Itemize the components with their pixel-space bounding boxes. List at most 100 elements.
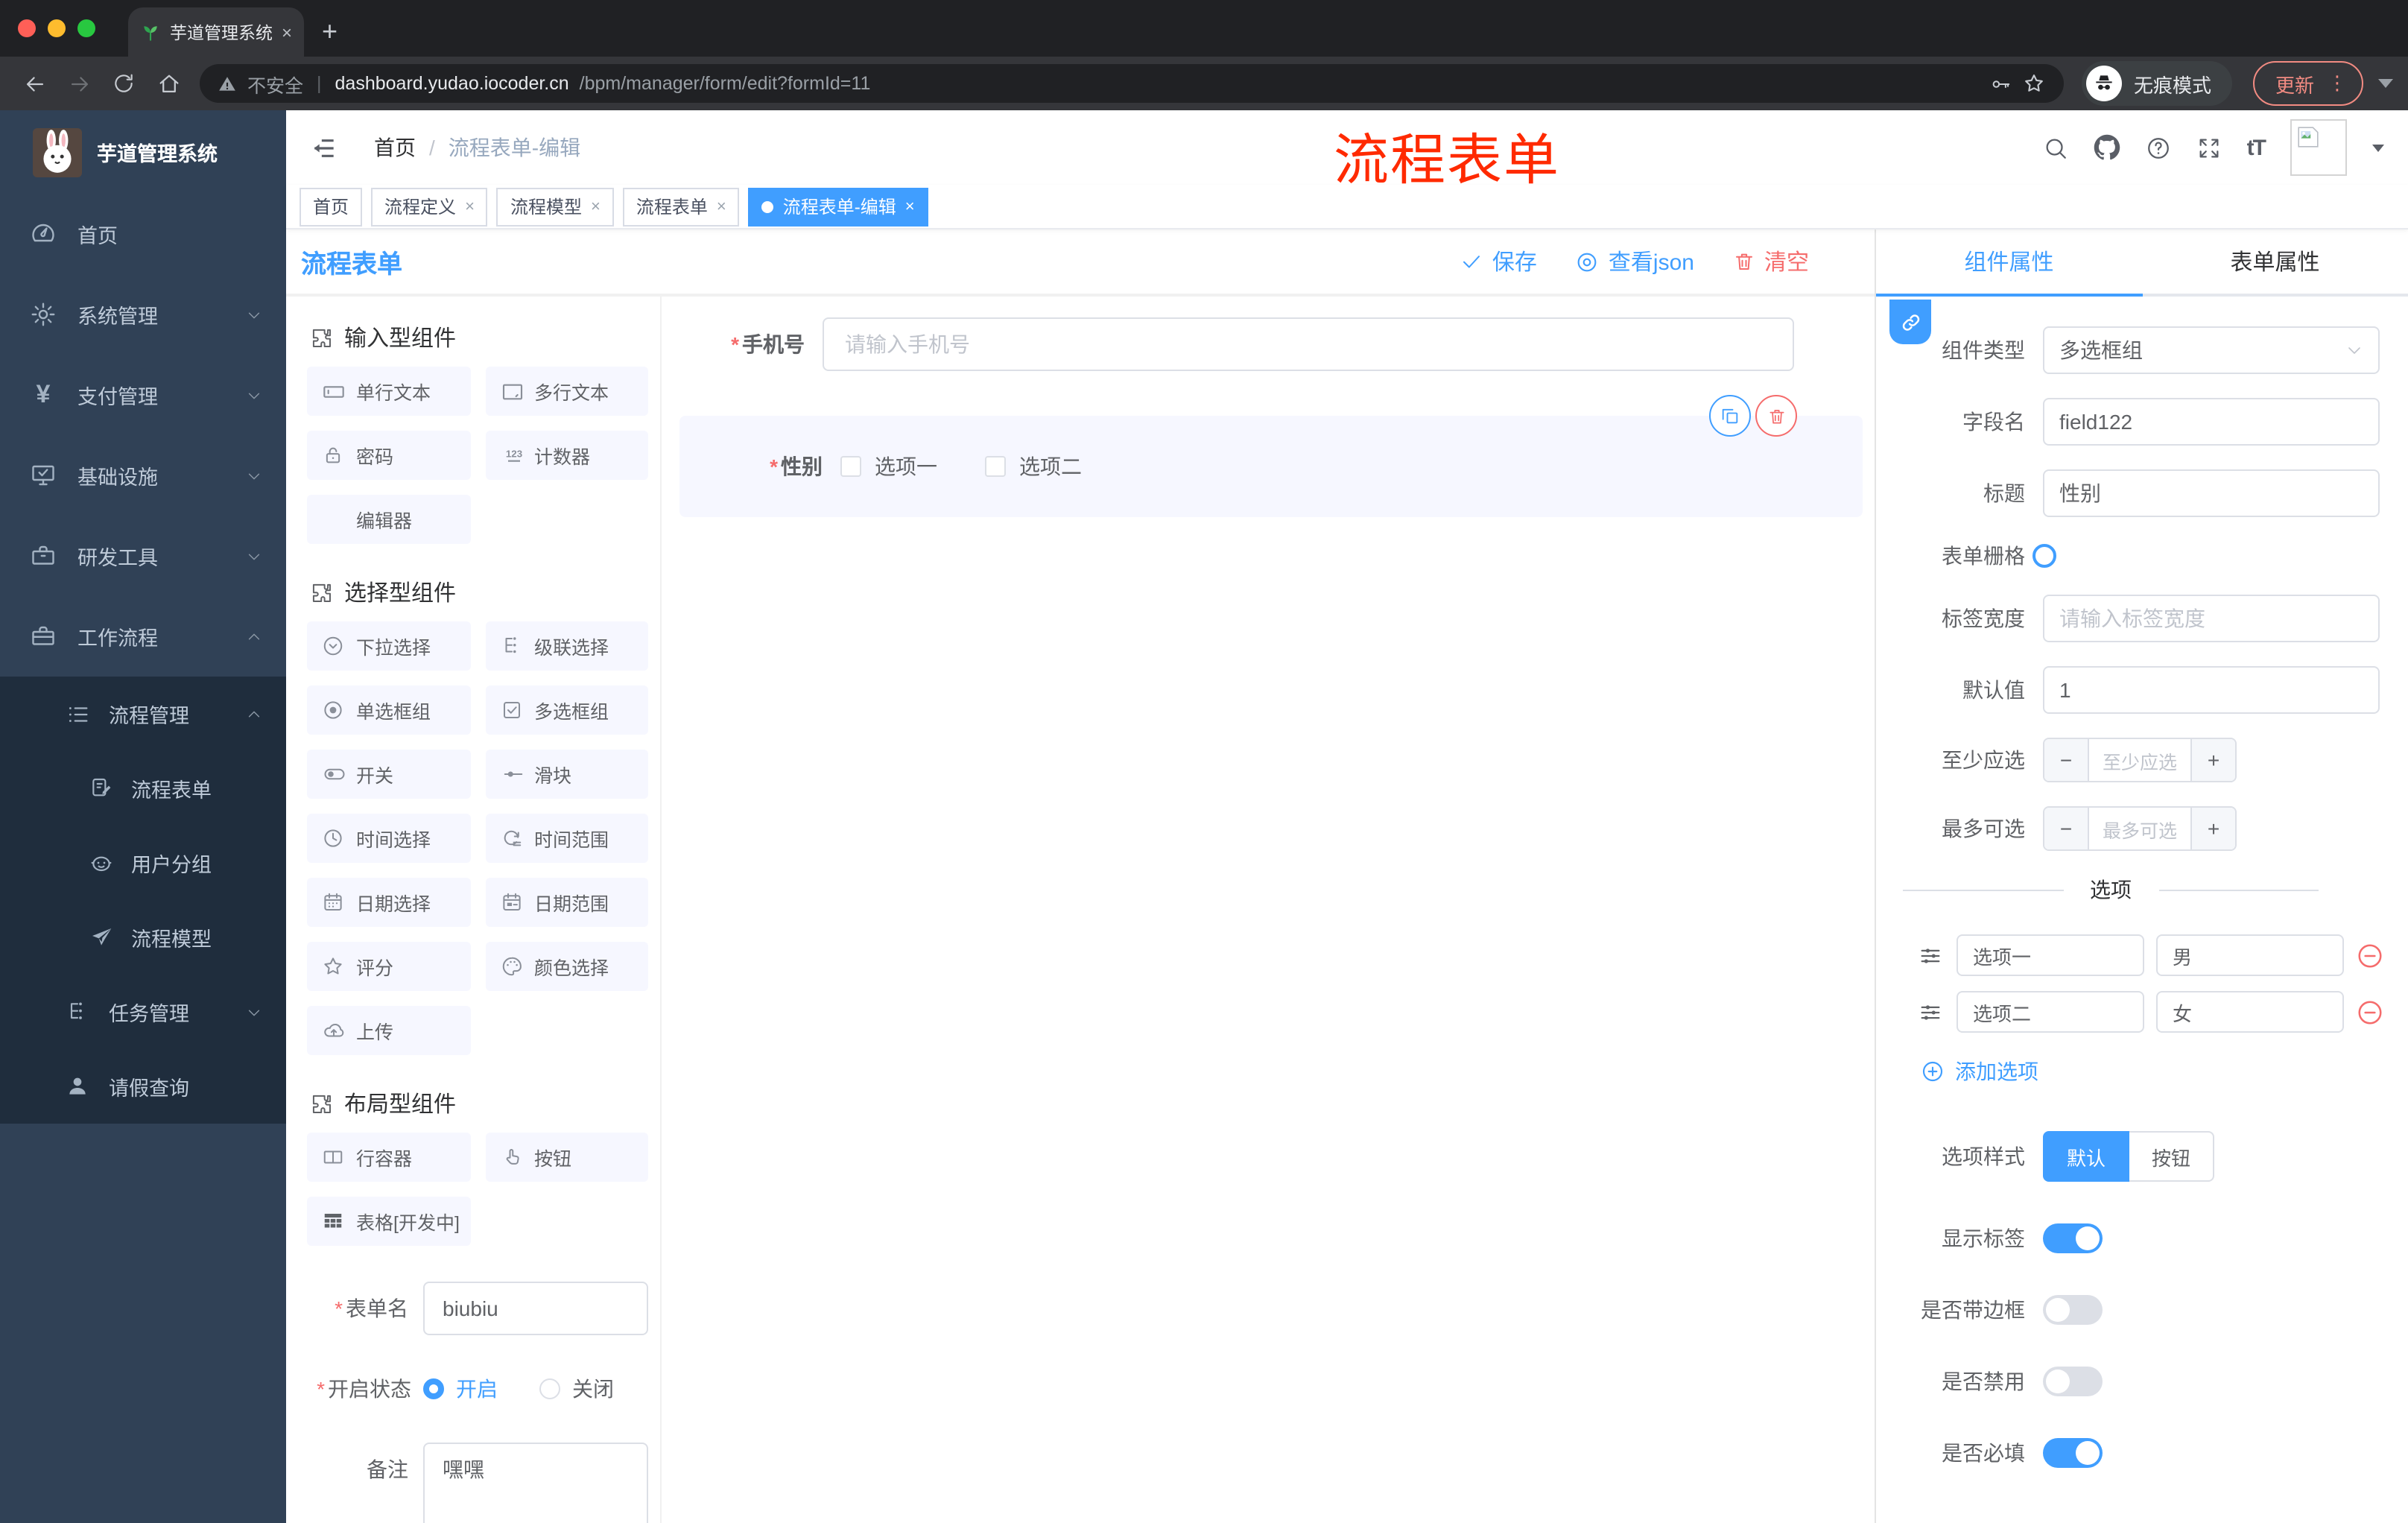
component-slider[interactable]: 滑块 xyxy=(485,750,648,799)
fullscreen-icon[interactable] xyxy=(2196,135,2222,160)
component-time-range[interactable]: 时间范围 xyxy=(485,814,648,863)
tab-close-icon[interactable]: × xyxy=(905,197,915,215)
home-icon[interactable] xyxy=(149,71,188,96)
drag-handle-icon[interactable] xyxy=(1918,943,1945,968)
style-default-button[interactable]: 默认 xyxy=(2043,1131,2130,1182)
component-select[interactable]: 下拉选择 xyxy=(307,621,470,671)
bookmark-star-icon[interactable] xyxy=(2022,72,2046,95)
tab-close-icon[interactable]: × xyxy=(717,197,726,215)
tab-home[interactable]: 首页 xyxy=(300,187,363,226)
drag-handle-icon[interactable] xyxy=(1918,999,1945,1025)
disabled-toggle[interactable] xyxy=(2043,1367,2103,1396)
forward-icon[interactable] xyxy=(60,71,98,96)
stepper-value[interactable]: 至少应选 xyxy=(2089,739,2190,781)
form-canvas[interactable]: *手机号 *性别 选项一 xyxy=(662,297,1875,1523)
sidebar-item-process-model[interactable]: 流程模型 xyxy=(0,900,286,975)
component-single-text[interactable]: 单行文本 xyxy=(307,367,470,416)
slider-handle[interactable] xyxy=(2032,544,2056,568)
component-rate[interactable]: 评分 xyxy=(307,942,470,991)
stepper-value[interactable]: 最多可选 xyxy=(2089,808,2190,849)
option-value-input[interactable] xyxy=(2156,934,2344,976)
default-value-input[interactable] xyxy=(2043,666,2380,714)
component-button[interactable]: 按钮 xyxy=(485,1133,648,1182)
field-name-input[interactable] xyxy=(2043,398,2380,446)
component-color-picker[interactable]: 颜色选择 xyxy=(485,942,648,991)
component-counter[interactable]: 123 计数器 xyxy=(485,431,648,480)
remove-option-button[interactable] xyxy=(2356,941,2386,969)
component-date-range[interactable]: 日期范围 xyxy=(485,878,648,927)
form-remark-textarea[interactable]: 嘿嘿 xyxy=(423,1443,648,1523)
sidebar-item-infra[interactable]: 基础设施 xyxy=(0,435,286,516)
font-size-icon[interactable]: tT xyxy=(2247,135,2266,160)
new-tab-button[interactable]: + xyxy=(322,18,338,45)
copy-component-button[interactable] xyxy=(1709,395,1751,437)
search-icon[interactable] xyxy=(2043,135,2068,160)
sidebar-item-task-mgmt[interactable]: 任务管理 xyxy=(0,975,286,1049)
update-button[interactable]: 更新 ⋮ xyxy=(2252,61,2363,106)
clear-button[interactable]: 清空 xyxy=(1733,246,1809,277)
component-row-container[interactable]: 行容器 xyxy=(307,1133,470,1182)
tab-process-definition[interactable]: 流程定义 × xyxy=(371,187,488,226)
user-dropdown-caret-icon[interactable] xyxy=(2372,144,2384,151)
sidebar-logo[interactable]: 芋道管理系统 xyxy=(0,110,286,194)
address-bar[interactable]: 不安全 | dashboard.yudao.iocoder.cn/bpm/man… xyxy=(200,64,2064,103)
status-off-radio[interactable]: 关闭 xyxy=(539,1374,614,1404)
canvas-field-phone[interactable]: * 手机号 xyxy=(679,317,1794,371)
sidebar-item-home[interactable]: 首页 xyxy=(0,194,286,274)
sidebar-item-process-mgmt[interactable]: 流程管理 xyxy=(0,677,286,751)
canvas-field-gender-selected[interactable]: * 性别 选项一 选项二 xyxy=(679,395,1863,517)
tab-close-icon[interactable]: × xyxy=(465,197,475,215)
breadcrumb-home[interactable]: 首页 xyxy=(374,133,416,162)
tab-process-form[interactable]: 流程表单 × xyxy=(622,187,740,226)
phone-input[interactable] xyxy=(823,317,1794,371)
data-binding-handle[interactable] xyxy=(1889,300,1931,344)
stepper-increase-button[interactable]: + xyxy=(2190,808,2235,849)
sidebar-item-user-group[interactable]: 用户分组 xyxy=(0,826,286,900)
help-icon[interactable] xyxy=(2146,135,2171,160)
more-icon[interactable]: ⋮ xyxy=(2328,72,2347,95)
component-date-picker[interactable]: 日期选择 xyxy=(307,878,470,927)
save-button[interactable]: 保存 xyxy=(1461,246,1537,277)
stepper-increase-button[interactable]: + xyxy=(2190,739,2235,781)
component-table[interactable]: 表格[开发中] xyxy=(307,1197,470,1246)
sidebar-item-workflow[interactable]: 工作流程 xyxy=(0,596,286,677)
tab-close-icon[interactable]: × xyxy=(591,197,601,215)
status-on-radio[interactable]: 开启 xyxy=(423,1374,498,1404)
remove-option-button[interactable] xyxy=(2356,998,2386,1026)
browser-menu-caret-icon[interactable] xyxy=(2378,79,2393,88)
browser-tab[interactable]: 芋道管理系统 × xyxy=(128,7,304,57)
component-radio-group[interactable]: 单选框组 xyxy=(307,685,470,735)
sidebar-item-leave-query[interactable]: 请假查询 xyxy=(0,1049,286,1124)
component-cascader[interactable]: 级联选择 xyxy=(485,621,648,671)
tab-component-props[interactable]: 组件属性 xyxy=(1876,229,2142,297)
component-type-select[interactable]: 多选框组 xyxy=(2043,326,2380,374)
style-button-button[interactable]: 按钮 xyxy=(2129,1131,2215,1182)
reload-icon[interactable] xyxy=(104,72,143,95)
tab-process-form-edit[interactable]: 流程表单-编辑 × xyxy=(748,187,928,226)
tab-process-model[interactable]: 流程模型 × xyxy=(496,187,614,226)
gender-option2-checkbox[interactable]: 选项二 xyxy=(985,452,1082,481)
key-icon[interactable] xyxy=(1989,72,2012,95)
component-switch[interactable]: 开关 xyxy=(307,750,470,799)
back-icon[interactable] xyxy=(15,71,54,96)
github-icon[interactable] xyxy=(2094,134,2120,161)
window-zoom-button[interactable] xyxy=(77,19,95,37)
component-multi-text[interactable]: 多行文本 xyxy=(485,367,648,416)
stepper-decrease-button[interactable]: − xyxy=(2044,808,2089,849)
avatar[interactable] xyxy=(2290,119,2347,176)
component-upload[interactable]: 上传 xyxy=(307,1006,470,1055)
show-label-toggle[interactable] xyxy=(2043,1223,2103,1253)
option-value-input[interactable] xyxy=(2156,991,2344,1033)
sidebar-item-process-form[interactable]: 流程表单 xyxy=(0,751,286,826)
window-minimize-button[interactable] xyxy=(48,19,66,37)
component-editor[interactable]: 编辑器 xyxy=(307,495,470,544)
sidebar-item-system[interactable]: 系统管理 xyxy=(0,274,286,355)
option-label-input[interactable] xyxy=(1956,934,2144,976)
component-password[interactable]: 密码 xyxy=(307,431,470,480)
sidebar-item-dev[interactable]: 研发工具 xyxy=(0,516,286,596)
label-width-input[interactable] xyxy=(2043,595,2380,642)
window-close-button[interactable] xyxy=(18,19,36,37)
delete-component-button[interactable] xyxy=(1755,395,1797,437)
tab-form-props[interactable]: 表单属性 xyxy=(2142,229,2408,294)
checkbox-box[interactable] xyxy=(840,456,861,477)
